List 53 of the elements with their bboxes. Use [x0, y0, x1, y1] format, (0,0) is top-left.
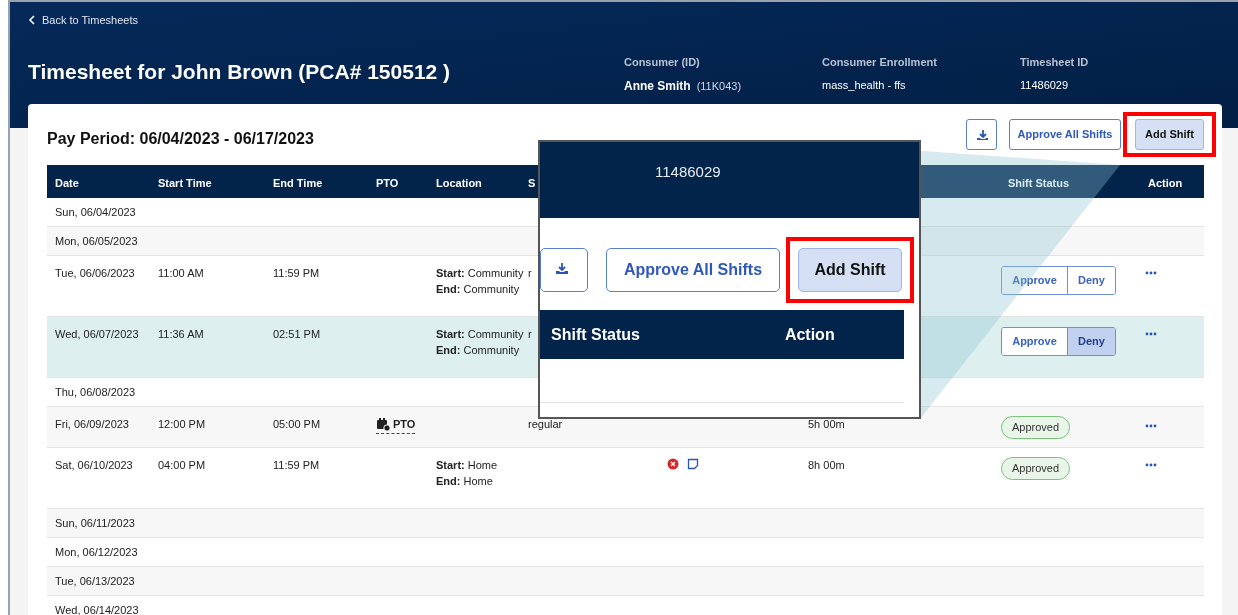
- table-cell: Mon, 06/12/2023: [55, 545, 138, 558]
- info-value: 11486029: [1020, 77, 1069, 93]
- info-label: Consumer Enrollment: [822, 55, 938, 70]
- pay-period-title: Pay Period: 06/04/2023 - 06/17/2023: [47, 129, 315, 149]
- column-header: Action: [784, 324, 835, 345]
- column-header: Shift Status: [551, 324, 640, 345]
- table-cell: 5h 00m: [808, 418, 845, 430]
- table-cell: Wed, 06/07/2023: [55, 328, 139, 340]
- table-cell: regular: [528, 418, 563, 430]
- location-text: End: Community: [436, 343, 521, 358]
- table-cell: Sun, 06/11/2023: [55, 516, 135, 529]
- table-cell: Wed, 06/14/2023: [55, 603, 139, 615]
- table-cell: 12:00 PM: [158, 418, 206, 430]
- column-header: Start Time: [158, 176, 212, 189]
- status-badge: Approved: [1001, 457, 1071, 480]
- table-cell: 02:51 PM: [273, 328, 321, 340]
- info-value: mass_health - ffs: [822, 77, 906, 93]
- status-badge: Approved: [1001, 416, 1071, 439]
- location-text: Start: Home: [436, 458, 499, 473]
- table-cell: Fri, 06/09/2023: [55, 418, 129, 430]
- column-header: Action: [1148, 176, 1183, 189]
- page-title: Timesheet for John Brown (PCA# 150512 ): [28, 59, 452, 85]
- table-cell: r: [528, 267, 532, 279]
- table-cell: 04:00 PM: [158, 459, 206, 471]
- timesheet-id-text: 11486029: [655, 163, 721, 180]
- location-text: Start: Community: [436, 266, 524, 281]
- table-cell: 11:59 PM: [273, 459, 320, 471]
- location-text: End: Home: [436, 474, 494, 489]
- info-value: Anne Smith: [624, 77, 691, 95]
- column-header: End Time: [273, 176, 323, 189]
- column-header: Date: [55, 176, 79, 189]
- table-cell: 11:59 PM: [273, 267, 320, 279]
- table-cell: Tue, 06/06/2023: [55, 267, 135, 279]
- table-cell: Sat, 06/10/2023: [55, 459, 133, 471]
- column-header: Location: [436, 176, 482, 189]
- table-cell: 05:00 PM: [273, 418, 321, 430]
- table-cell: Sun, 06/04/2023: [55, 205, 136, 218]
- info-label: Consumer (ID): [624, 55, 701, 70]
- column-header: PTO: [376, 176, 399, 189]
- table-cell: Mon, 06/05/2023: [55, 234, 138, 247]
- table-cell: 11:36 AM: [158, 328, 204, 340]
- table-cell: 11:00 AM: [158, 267, 204, 279]
- info-value: (11K043): [696, 78, 742, 94]
- table-cell: Thu, 06/08/2023: [55, 385, 136, 398]
- table-cell: Tue, 06/13/2023: [55, 574, 135, 587]
- column-header: S: [528, 176, 536, 189]
- column-header: Shift Status: [1008, 176, 1070, 189]
- info-label: Timesheet ID: [1020, 55, 1090, 70]
- table-cell: r: [528, 328, 532, 340]
- location-text: Start: Community: [436, 327, 524, 342]
- location-text: End: Community: [436, 282, 521, 297]
- table-cell: 8h 00m: [808, 459, 845, 471]
- pto-label: PTO: [393, 417, 416, 432]
